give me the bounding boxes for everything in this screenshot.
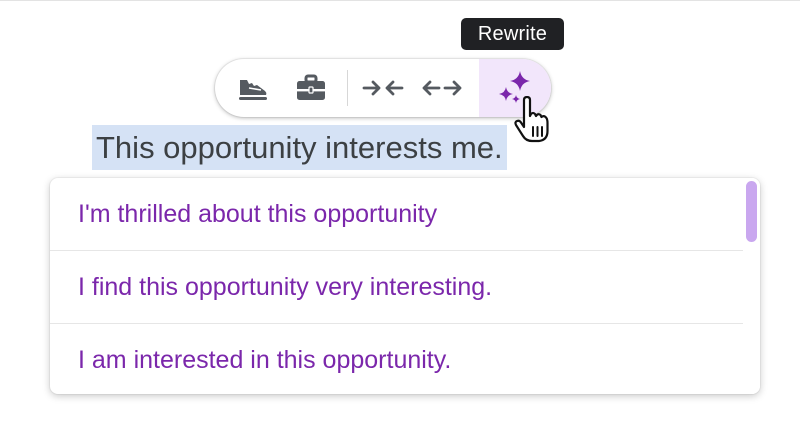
arrows-outward-icon [422,80,462,96]
suggestion-item[interactable]: I'm thrilled about this opportunity [50,178,743,251]
hand-pointer-icon [514,96,549,143]
rewrite-suggestions-list: I'm thrilled about this opportunity I fi… [50,178,760,394]
sneaker-icon [239,80,267,100]
toolbar-divider [347,70,348,106]
selected-text[interactable]: This opportunity interests me. [92,125,507,170]
rewrite-tooltip: Rewrite [461,18,564,50]
window-top-border [0,0,800,1]
elaborate-button[interactable] [413,59,471,117]
suggestion-item[interactable]: I am interested in this opportunity. [50,324,743,394]
suggestion-item[interactable]: I find this opportunity very interesting… [50,251,743,324]
arrows-inward-icon [362,80,404,96]
casual-tone-button[interactable] [225,59,281,117]
formal-tone-button[interactable] [283,59,339,117]
rewrite-toolbar [215,59,551,117]
briefcase-icon [297,74,325,100]
scrollbar-thumb[interactable] [746,181,757,242]
shorten-button[interactable] [355,59,411,117]
